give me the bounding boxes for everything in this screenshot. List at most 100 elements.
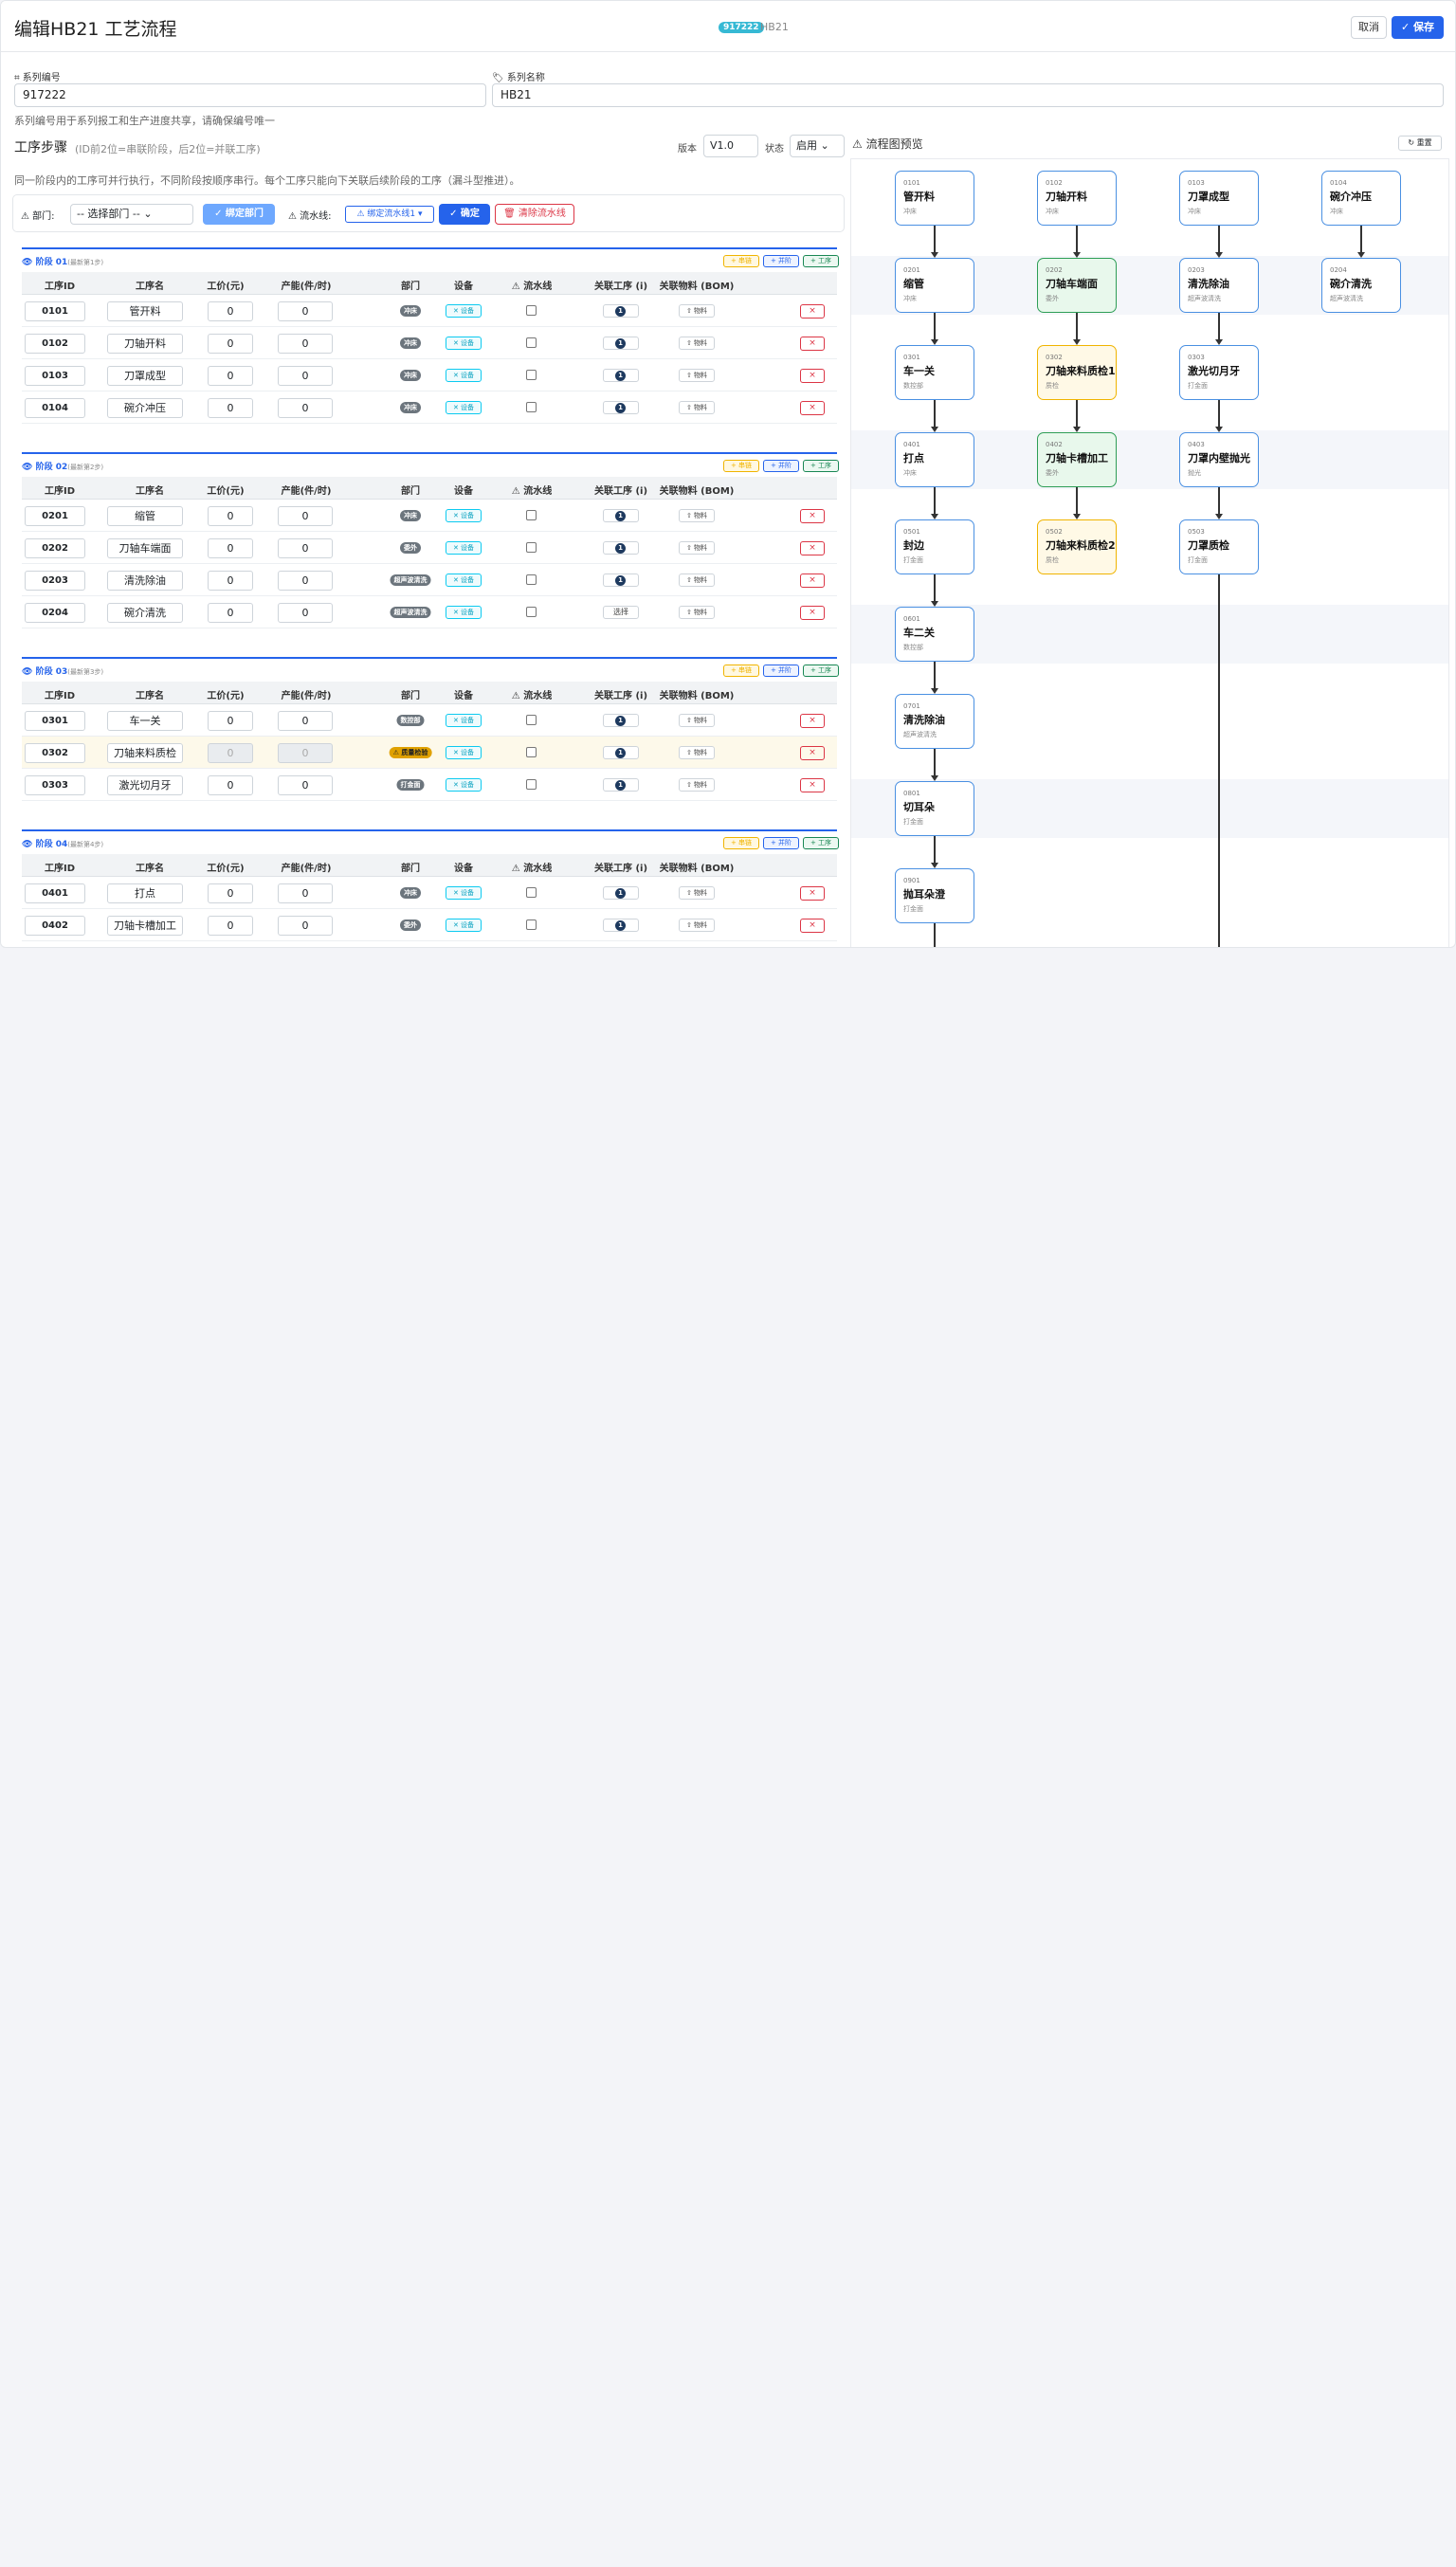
stage-add-parallel-button[interactable]: + 并阶 xyxy=(763,460,799,472)
process-name-input[interactable]: 缩管 xyxy=(107,506,183,526)
related-process-select[interactable]: 1 xyxy=(603,304,639,318)
flow-node-0202[interactable]: 0202 刀轴车端面 委外 xyxy=(1037,258,1117,313)
line-checkbox[interactable] xyxy=(526,887,537,898)
line-checkbox[interactable] xyxy=(526,402,537,412)
related-process-select[interactable]: 1 xyxy=(603,401,639,414)
process-id-input[interactable]: 0401 xyxy=(25,883,85,903)
stage-add-chain-button[interactable]: + 串链 xyxy=(723,837,759,849)
line-checkbox[interactable] xyxy=(526,715,537,725)
price-input[interactable]: 0 xyxy=(208,883,253,903)
delete-row-button[interactable]: × xyxy=(800,778,825,792)
process-id-input[interactable]: 0301 xyxy=(25,711,85,731)
cancel-button[interactable]: 取消 xyxy=(1351,16,1387,39)
bom-button[interactable]: ⇧ 物料 xyxy=(679,778,715,792)
capacity-input[interactable]: 0 xyxy=(278,301,333,321)
flow-node-0401[interactable]: 0401 打点 冲床 xyxy=(895,432,974,487)
capacity-input[interactable]: 0 xyxy=(278,743,333,763)
stage-add-process-button[interactable]: + 工序 xyxy=(803,460,839,472)
bom-button[interactable]: ⇧ 物料 xyxy=(679,886,715,900)
capacity-input[interactable]: 0 xyxy=(278,603,333,623)
equipment-button[interactable]: ✕ 设备 xyxy=(446,369,482,382)
related-process-select[interactable]: 1 xyxy=(603,746,639,759)
stage-add-process-button[interactable]: + 工序 xyxy=(803,665,839,677)
equipment-button[interactable]: ✕ 设备 xyxy=(446,886,482,900)
delete-row-button[interactable]: × xyxy=(800,606,825,620)
price-input[interactable]: 0 xyxy=(208,711,253,731)
equipment-button[interactable]: ✕ 设备 xyxy=(446,401,482,414)
delete-row-button[interactable]: × xyxy=(800,886,825,901)
flow-node-0501[interactable]: 0501 封边 打金面 xyxy=(895,519,974,574)
flow-node-0201[interactable]: 0201 缩管 冲床 xyxy=(895,258,974,313)
dept-badge[interactable]: ⚠ 质量检验 xyxy=(389,747,432,758)
process-id-input[interactable]: 0204 xyxy=(25,603,85,623)
flow-node-0101[interactable]: 0101 管开料 冲床 xyxy=(895,171,974,226)
stage-add-chain-button[interactable]: + 串链 xyxy=(723,665,759,677)
capacity-input[interactable]: 0 xyxy=(278,711,333,731)
related-process-select[interactable]: 1 xyxy=(603,714,639,727)
flow-node-0601[interactable]: 0601 车二关 数控部 xyxy=(895,607,974,662)
price-input[interactable]: 0 xyxy=(208,603,253,623)
delete-row-button[interactable]: × xyxy=(800,509,825,523)
line-checkbox[interactable] xyxy=(526,574,537,585)
stage-add-chain-button[interactable]: + 串链 xyxy=(723,460,759,472)
capacity-input[interactable]: 0 xyxy=(278,883,333,903)
line-checkbox[interactable] xyxy=(526,370,537,380)
price-input[interactable]: 0 xyxy=(208,775,253,795)
price-input[interactable]: 0 xyxy=(208,538,253,558)
equipment-button[interactable]: ✕ 设备 xyxy=(446,509,482,522)
bom-button[interactable]: ⇧ 物料 xyxy=(679,714,715,727)
process-id-input[interactable]: 0201 xyxy=(25,506,85,526)
dept-badge[interactable]: 超声波清洗 xyxy=(390,607,431,618)
price-input[interactable]: 0 xyxy=(208,916,253,936)
equipment-button[interactable]: ✕ 设备 xyxy=(446,714,482,727)
line-checkbox[interactable] xyxy=(526,305,537,316)
dept-badge[interactable]: 委外 xyxy=(400,919,421,931)
series-name-input[interactable]: HB21 xyxy=(492,83,1444,107)
related-process-select[interactable]: 1 xyxy=(603,919,639,932)
process-name-input[interactable]: 激光切月牙 xyxy=(107,775,183,795)
capacity-input[interactable]: 0 xyxy=(278,398,333,418)
bom-button[interactable]: ⇧ 物料 xyxy=(679,369,715,382)
process-name-input[interactable]: 碗介清洗 xyxy=(107,603,183,623)
dept-badge[interactable]: 冲床 xyxy=(400,887,421,899)
price-input[interactable]: 0 xyxy=(208,743,253,763)
dept-badge[interactable]: 冲床 xyxy=(400,402,421,413)
process-name-input[interactable]: 刀轴车端面 xyxy=(107,538,183,558)
equipment-button[interactable]: ✕ 设备 xyxy=(446,573,482,587)
process-id-input[interactable]: 0303 xyxy=(25,775,85,795)
dept-badge[interactable]: 冲床 xyxy=(400,370,421,381)
related-process-select[interactable]: 1 xyxy=(603,337,639,350)
delete-row-button[interactable]: × xyxy=(800,714,825,728)
delete-row-button[interactable]: × xyxy=(800,304,825,319)
delete-row-button[interactable]: × xyxy=(800,337,825,351)
equipment-button[interactable]: ✕ 设备 xyxy=(446,919,482,932)
status-select[interactable]: 启用 ⌄ xyxy=(790,135,845,157)
delete-row-button[interactable]: × xyxy=(800,919,825,933)
line-checkbox[interactable] xyxy=(526,747,537,757)
related-process-select[interactable]: 1 xyxy=(603,886,639,900)
delete-row-button[interactable]: × xyxy=(800,369,825,383)
save-button[interactable]: ✓ 保存 xyxy=(1392,16,1444,39)
dept-badge[interactable]: 冲床 xyxy=(400,510,421,521)
flow-canvas[interactable]: 0101 管开料 冲床 0102 刀轴开料 冲床 0103 刀罩成型 冲床 0104 碗介冲压 冲床 0… xyxy=(850,158,1449,947)
process-name-input[interactable]: 刀轴卡槽加工 xyxy=(107,916,183,936)
bom-button[interactable]: ⇧ 物料 xyxy=(679,746,715,759)
flow-node-0901[interactable]: 0901 抛耳朵澄 打金面 xyxy=(895,868,974,923)
line-select[interactable]: ⚠ 绑定流水线1 ▾ xyxy=(345,206,434,223)
flow-node-0104[interactable]: 0104 碗介冲压 冲床 xyxy=(1321,171,1401,226)
delete-row-button[interactable]: × xyxy=(800,541,825,555)
equipment-button[interactable]: ✕ 设备 xyxy=(446,778,482,792)
related-process-select[interactable]: 1 xyxy=(603,509,639,522)
delete-row-button[interactable]: × xyxy=(800,746,825,760)
dept-badge[interactable]: 打金面 xyxy=(396,779,425,791)
flow-node-0502[interactable]: 0502 刀轴来料质检2 质检 xyxy=(1037,519,1117,574)
capacity-input[interactable]: 0 xyxy=(278,334,333,354)
bom-button[interactable]: ⇧ 物料 xyxy=(679,337,715,350)
related-process-select[interactable]: 1 xyxy=(603,369,639,382)
dept-select[interactable]: -- 选择部门 -- ⌄ xyxy=(70,204,193,225)
dept-badge[interactable]: 超声波清洗 xyxy=(390,574,431,586)
line-checkbox[interactable] xyxy=(526,337,537,348)
related-process-select[interactable]: 1 xyxy=(603,778,639,792)
bom-button[interactable]: ⇧ 物料 xyxy=(679,401,715,414)
stage-add-parallel-button[interactable]: + 并阶 xyxy=(763,255,799,267)
